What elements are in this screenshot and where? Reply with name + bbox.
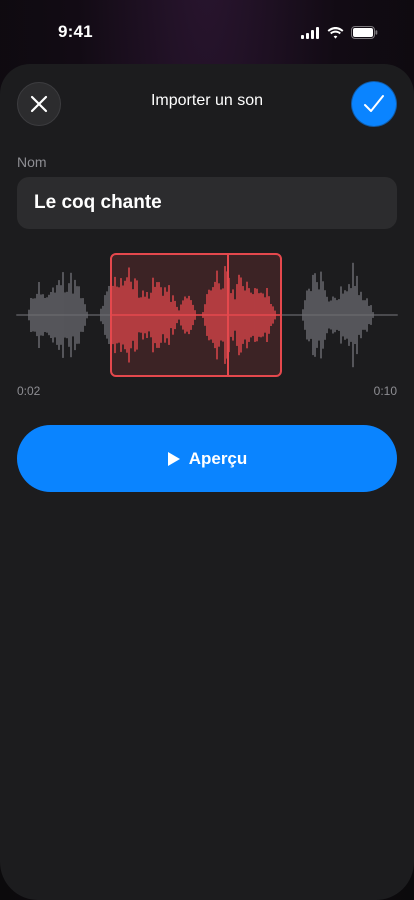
trim-start-time: 0:02 — [17, 384, 41, 398]
name-field[interactable]: Le coq chante — [17, 177, 397, 229]
preview-button[interactable]: Aperçu — [17, 425, 397, 492]
name-label: Nom — [17, 154, 47, 170]
cellular-signal-icon — [301, 26, 319, 39]
status-bar: 9:41 — [0, 0, 414, 64]
play-icon — [167, 451, 180, 466]
confirm-button[interactable] — [352, 82, 396, 126]
wifi-icon — [327, 26, 344, 39]
checkmark-icon — [364, 95, 384, 112]
battery-icon — [351, 26, 378, 39]
status-icons — [301, 26, 378, 39]
preview-button-label: Aperçu — [188, 448, 248, 468]
name-field-value: Le coq chante — [34, 192, 162, 213]
import-sound-sheet: Importer un son Nom Le coq chante 0:02 0… — [0, 64, 414, 900]
status-time: 9:41 — [58, 22, 93, 41]
trim-end-time: 0:10 — [373, 384, 397, 398]
waveform-trimmer[interactable] — [0, 250, 414, 380]
